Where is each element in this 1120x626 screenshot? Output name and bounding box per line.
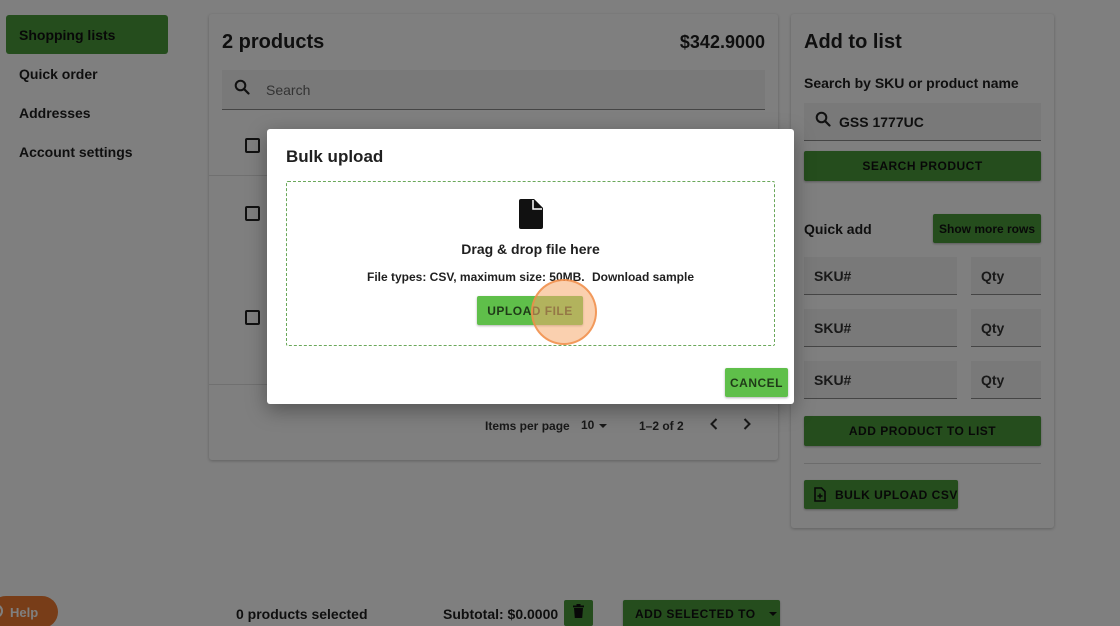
bulk-upload-dialog: Bulk upload Drag & drop file here File t… [267, 129, 794, 404]
dialog-title: Bulk upload [286, 147, 384, 166]
file-icon [519, 199, 543, 234]
cancel-button[interactable]: CANCEL [725, 368, 788, 397]
file-types-text: File types: CSV, maximum size: 50MB. [366, 270, 585, 284]
drop-instructions: Drag & drop file here [461, 241, 600, 257]
file-dropzone[interactable]: Drag & drop file here File types: CSV, m… [286, 181, 775, 346]
upload-file-button[interactable]: UPLOAD FILE [477, 296, 583, 325]
file-info: File types: CSV, maximum size: 50MB. Dow… [287, 270, 774, 284]
download-sample-link[interactable]: Download sample [592, 270, 694, 284]
